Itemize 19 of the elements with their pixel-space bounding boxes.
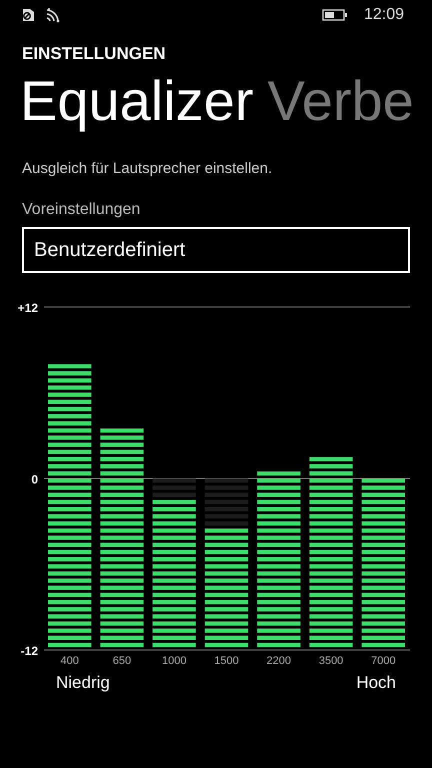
- preset-label: Voreinstellungen: [22, 201, 142, 219]
- frequency-label: 1000: [162, 655, 186, 667]
- high-label: Hoch: [356, 673, 396, 693]
- frequency-label: 1500: [214, 655, 239, 667]
- frequency-label: 3500: [318, 655, 344, 667]
- section-title: EINSTELLUNGEN: [22, 44, 167, 64]
- frequency-label: 2200: [266, 655, 292, 667]
- y-tick-label: -12: [20, 644, 38, 658]
- y-tick-label: 0: [31, 472, 38, 486]
- frequency-label: 650: [112, 655, 132, 667]
- preset-dropdown[interactable]: Benutzerdefiniert: [22, 227, 410, 273]
- y-tick-label: +12: [18, 301, 38, 315]
- frequency-label: 7000: [371, 655, 396, 667]
- description-text: Ausgleich für Lautsprecher einstellen.: [22, 160, 274, 177]
- pivot-tab[interactable]: Verbe: [267, 64, 414, 138]
- low-label: Niedrig: [56, 673, 110, 693]
- clock-time: 12:09: [364, 6, 404, 24]
- pivot-tab[interactable]: Equalizer: [20, 64, 254, 138]
- frequency-label: 400: [60, 655, 79, 667]
